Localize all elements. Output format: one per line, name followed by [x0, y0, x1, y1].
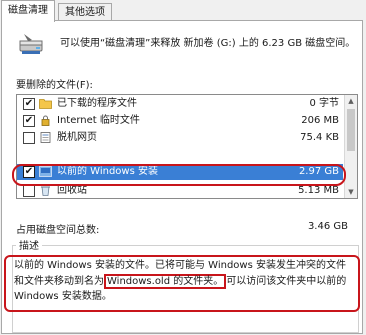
list-scrollbar[interactable]: ▲ ▼ — [344, 95, 357, 198]
files-to-delete-label: 要删除的文件(F): — [16, 80, 93, 91]
list-item[interactable]: ✔ Internet 临时文件 206 MB — [17, 113, 343, 129]
description-group-label: 描述 — [16, 237, 42, 252]
checkbox[interactable] — [23, 132, 35, 144]
checkbox[interactable]: ✔ — [23, 115, 35, 127]
list-item[interactable]: 脱机网页 75.4 KB — [17, 130, 343, 146]
recycle-icon — [41, 186, 50, 196]
checkbox[interactable] — [23, 185, 35, 197]
file-name: 脱机网页 — [57, 132, 97, 143]
list-item-selected[interactable]: ✔ 以前的 Windows 安装 2.97 GB — [17, 164, 343, 180]
description-text: 以前的 Windows 安装的文件。已将可能与 Windows 安装发生冲突的文… — [14, 258, 354, 305]
file-name: 已下载的程序文件 — [57, 98, 137, 109]
scroll-up-arrow-icon[interactable]: ▲ — [345, 95, 357, 107]
file-name: Internet 临时文件 — [57, 115, 140, 126]
scroll-thumb[interactable] — [347, 109, 355, 151]
tab-more-options[interactable]: 其他选项 — [58, 3, 112, 21]
file-size: 0 字节 — [309, 98, 339, 109]
windows-icon — [39, 166, 52, 177]
disk-cleanup-panel: 可以使用“磁盘清理”来释放 新加卷 (G:) 上的 6.23 GB 磁盘空间。 … — [1, 20, 363, 334]
page-icon — [40, 132, 51, 143]
file-name: 回收站 — [57, 185, 87, 196]
file-name: 以前的 Windows 安装 — [57, 166, 158, 177]
total-space-label: 占用磁盘空间总数: — [16, 225, 100, 236]
folder-icon — [39, 99, 52, 109]
file-size: 75.4 KB — [300, 132, 339, 143]
lock-icon — [41, 115, 50, 126]
file-size: 2.97 GB — [298, 166, 339, 177]
files-list[interactable]: ✔ 已下载的程序文件 0 字节 ✔ Internet 临时文件 206 MB 脱… — [16, 94, 358, 199]
description-highlight: Windows.old 的文件夹。 — [104, 273, 227, 289]
tab-strip: 磁盘清理 其他选项 — [0, 0, 366, 22]
space-description: 可以使用“磁盘清理”来释放 新加卷 (G:) 上的 6.23 GB 磁盘空间。 — [60, 38, 356, 49]
disk-cleanup-drive-icon — [19, 34, 43, 54]
file-size: 206 MB — [301, 115, 339, 126]
checkbox[interactable]: ✔ — [23, 166, 35, 178]
file-size: 5.13 MB — [298, 185, 339, 196]
total-space-value: 3.46 GB — [307, 221, 348, 232]
scroll-down-arrow-icon[interactable]: ▼ — [345, 186, 357, 198]
checkbox[interactable]: ✔ — [23, 98, 35, 110]
list-item[interactable]: 回收站 5.13 MB — [17, 183, 343, 198]
list-item[interactable]: ✔ 已下载的程序文件 0 字节 — [17, 96, 343, 112]
tab-disk-cleanup[interactable]: 磁盘清理 — [1, 0, 55, 22]
